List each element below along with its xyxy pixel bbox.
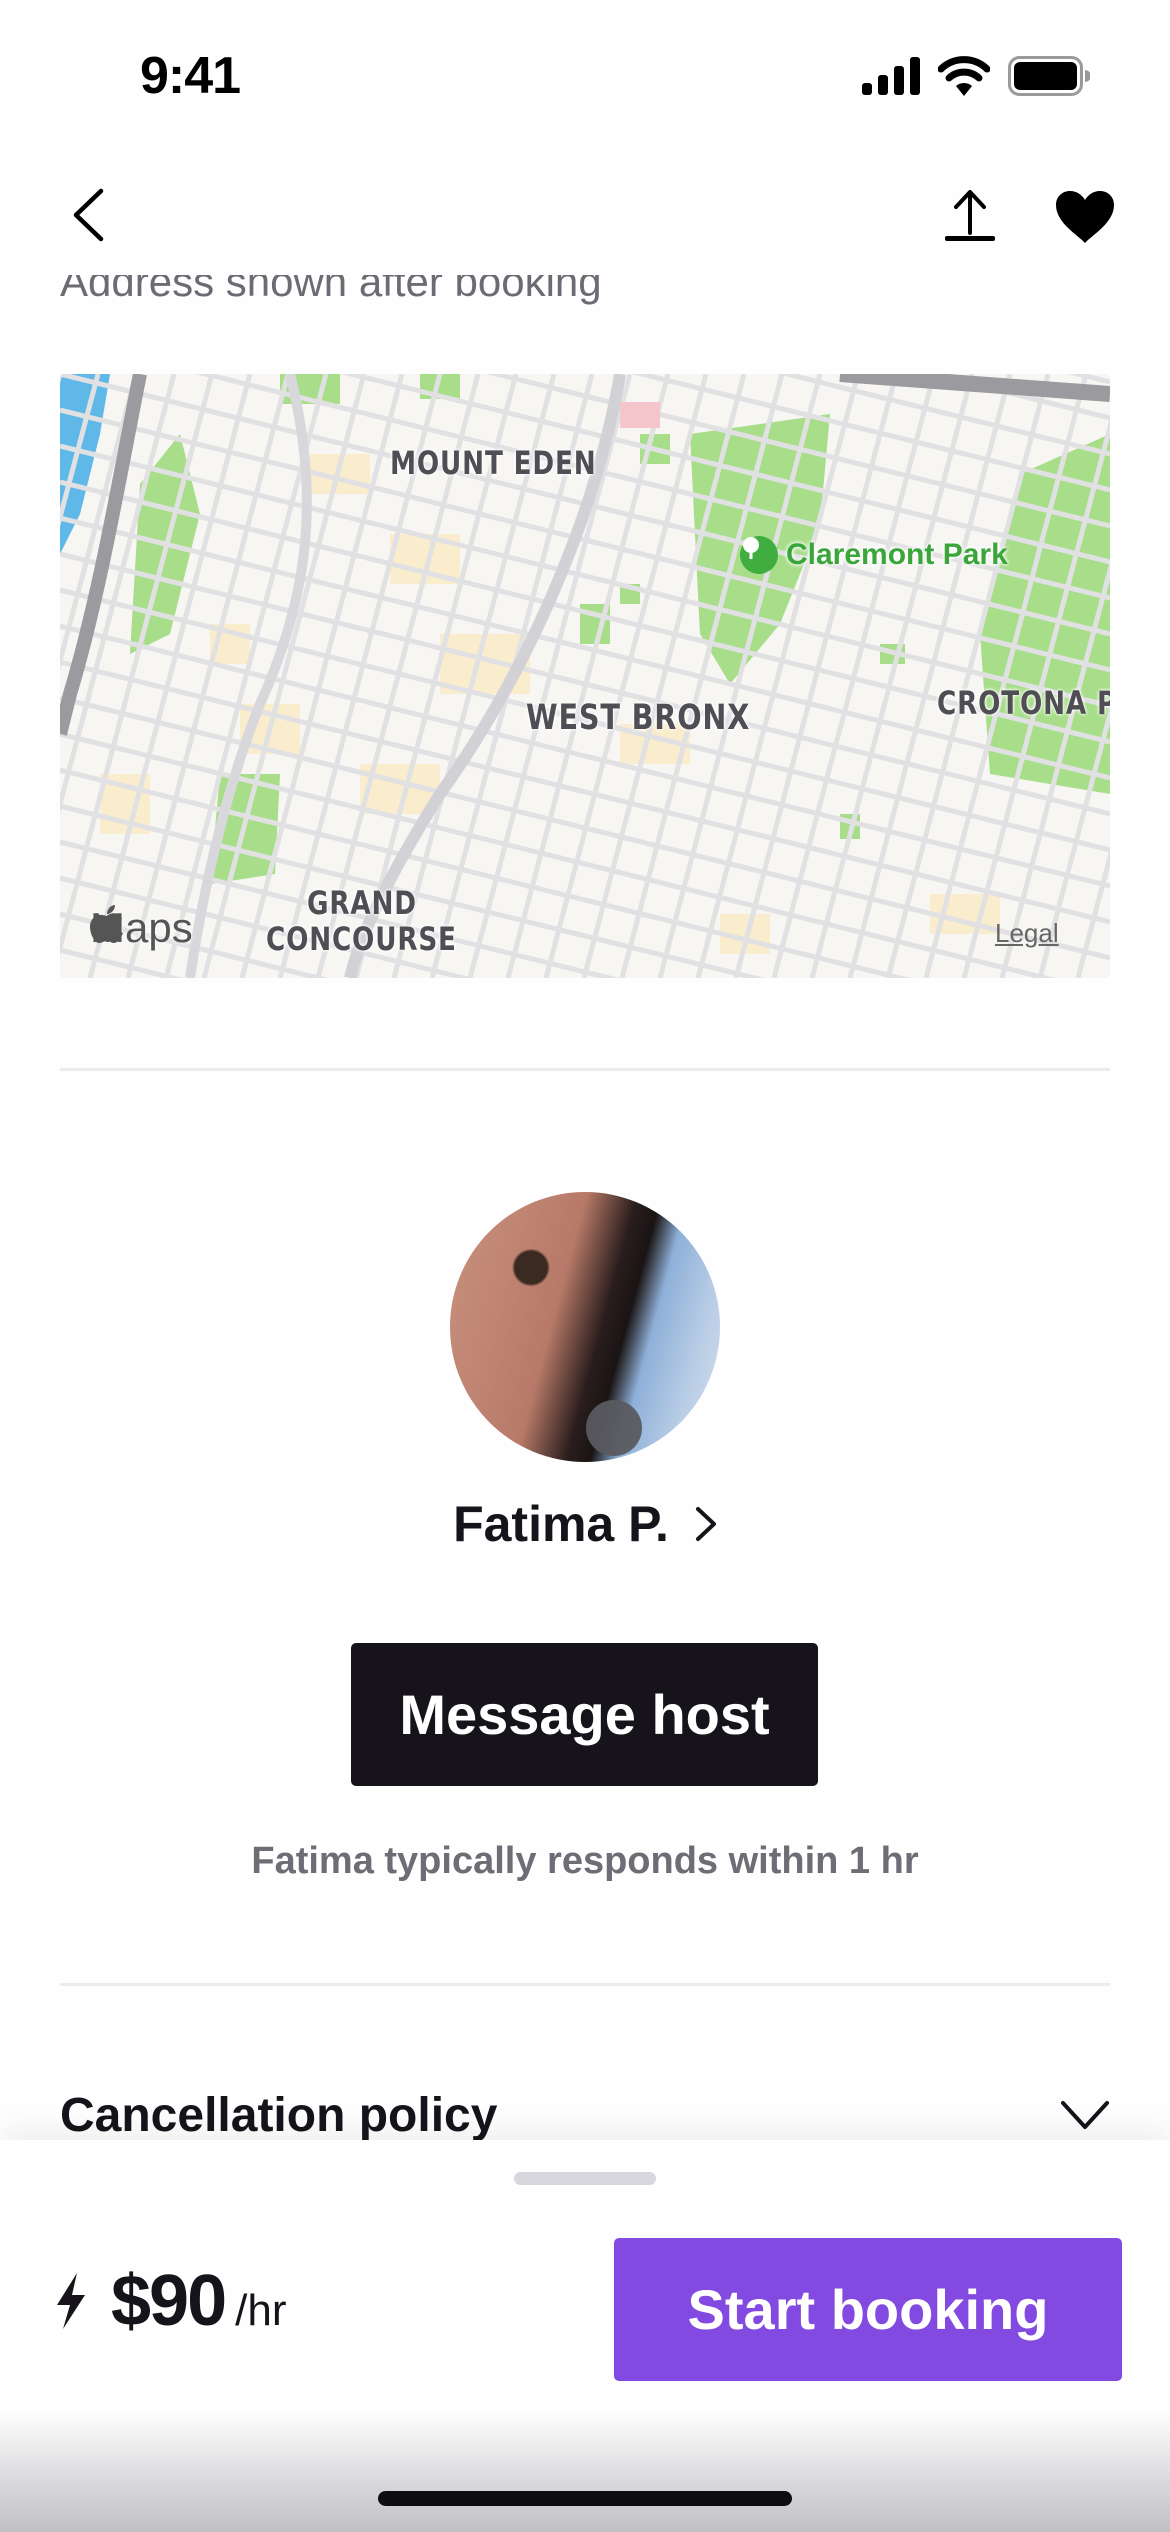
chevron-down-icon xyxy=(1061,2101,1109,2129)
status-bar: 9:41 xyxy=(0,0,1170,140)
lightning-icon xyxy=(57,2273,85,2329)
booking-sheet: $90 /hr Start booking xyxy=(0,2140,1170,2532)
share-upload-icon xyxy=(945,190,995,241)
host-name: Fatima P. xyxy=(453,1496,669,1552)
sheet-drag-handle[interactable] xyxy=(514,2172,656,2185)
map-hospital-block xyxy=(620,402,660,428)
wifi-icon xyxy=(938,56,990,96)
host-profile-link[interactable]: Fatima P. xyxy=(0,1495,1170,1553)
start-booking-button[interactable]: Start booking xyxy=(614,2238,1122,2381)
avatar-overlay-dot xyxy=(586,1400,642,1456)
status-icons xyxy=(862,56,1090,96)
tree-icon xyxy=(740,536,778,574)
map-poi-claremont-park[interactable]: Claremont Park xyxy=(740,536,1008,574)
price-value: $90 xyxy=(111,2261,227,2341)
location-map[interactable]: MOUNT EDEN WEST BRONX CROTONA PA GRAND C… xyxy=(60,374,1110,978)
share-button[interactable] xyxy=(935,180,1005,250)
signal-icon xyxy=(862,57,920,95)
price-display: $90 /hr xyxy=(55,2260,287,2342)
status-time: 9:41 xyxy=(140,47,241,105)
nav-bar xyxy=(0,140,1170,275)
divider xyxy=(60,1068,1110,1071)
map-label-mount-eden: MOUNT EDEN xyxy=(390,444,597,482)
back-button[interactable] xyxy=(60,180,116,250)
response-time-note: Fatima typically responds within 1 hr xyxy=(251,1840,919,1882)
price-unit: /hr xyxy=(235,2286,287,2335)
cancellation-policy-title: Cancellation policy xyxy=(60,2088,498,2142)
host-avatar[interactable] xyxy=(450,1192,720,1462)
divider xyxy=(60,1983,1110,1986)
map-label-grand: GRAND xyxy=(307,884,417,922)
map-label-west-bronx: WEST BRONX xyxy=(526,698,751,738)
legal-link[interactable]: Legal xyxy=(995,918,1059,949)
apple-logo-icon xyxy=(90,905,123,943)
chevron-left-icon xyxy=(73,188,104,242)
battery-icon xyxy=(1008,56,1090,96)
heart-filled-icon xyxy=(1056,191,1114,243)
message-host-button[interactable]: Message host xyxy=(351,1643,818,1786)
favorite-button[interactable] xyxy=(1050,182,1120,252)
chevron-right-icon xyxy=(695,1507,716,1541)
home-area-fade xyxy=(0,2412,1170,2532)
poi-name: Claremont Park xyxy=(786,538,1008,571)
home-indicator[interactable] xyxy=(378,2491,792,2506)
map-label-concourse: CONCOURSE xyxy=(266,920,457,958)
map-label-crotona-park: CROTONA PA xyxy=(937,684,1110,722)
maps-attribution: Maps xyxy=(90,904,193,952)
